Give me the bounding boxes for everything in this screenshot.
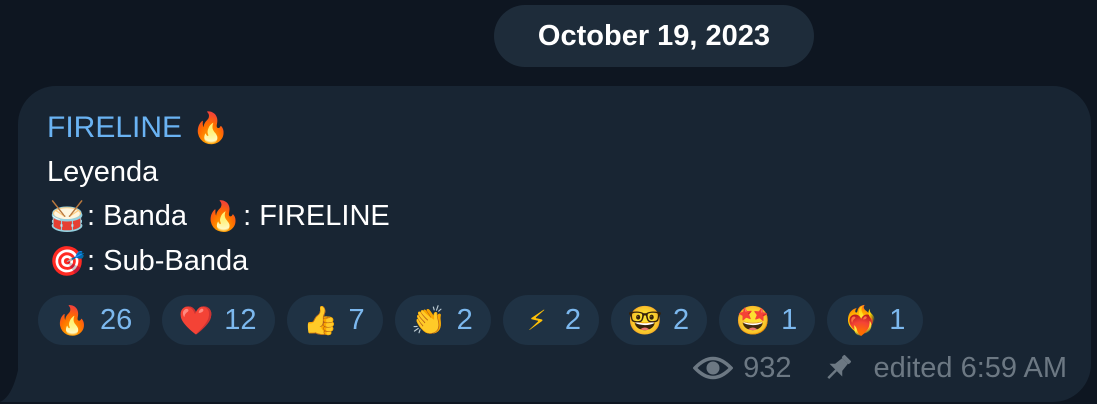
edited-timestamp: edited 6:59 AM bbox=[873, 351, 1067, 384]
lightning-icon: ⚡ bbox=[526, 303, 547, 337]
view-count: 932 bbox=[743, 351, 792, 384]
date-separator: October 19, 2023 bbox=[494, 5, 814, 67]
star-struck-icon: 🤩 bbox=[735, 303, 771, 337]
nerd-face-icon: 🤓 bbox=[627, 303, 663, 337]
legend-title: Leyenda bbox=[47, 155, 159, 188]
reaction-lightning[interactable]: ⚡ 2 bbox=[502, 295, 599, 345]
reaction-count: 12 bbox=[224, 303, 257, 336]
message-line-2: 🥁 : Banda 🔥 : FIRELINE bbox=[47, 198, 390, 234]
reaction-heart[interactable]: ❤️ 12 bbox=[162, 295, 275, 345]
reaction-heart-on-fire[interactable]: ❤️‍🔥 1 bbox=[827, 295, 924, 345]
reaction-count: 1 bbox=[781, 303, 798, 336]
reaction-count: 1 bbox=[889, 303, 906, 336]
sender-name-text: FIRELINE bbox=[47, 111, 183, 144]
reactions-bar: 🔥 26 ❤️ 12 👍 7 👏 2 ⚡ 2 🤓 2 🤩 1 ❤️‍🔥 bbox=[38, 295, 924, 345]
reaction-thumbs-up[interactable]: 👍 7 bbox=[286, 295, 383, 345]
legend-fireline-text: : FIRELINE bbox=[243, 199, 390, 232]
thumbs-up-icon: 👍 bbox=[303, 303, 338, 337]
reaction-fire[interactable]: 🔥 26 bbox=[38, 295, 151, 345]
fire-icon: 🔥 bbox=[205, 198, 242, 233]
fire-icon: 🔥 bbox=[54, 303, 90, 337]
message-line-3: 🎯 : Sub-Banda bbox=[47, 243, 248, 279]
reaction-star-struck[interactable]: 🤩 1 bbox=[719, 295, 816, 345]
reaction-count: 7 bbox=[348, 303, 365, 336]
reaction-count: 2 bbox=[672, 303, 690, 336]
legend-subbanda-text: : Sub-Banda bbox=[87, 244, 249, 277]
clapping-hands-icon: 👏 bbox=[411, 303, 447, 337]
heart-icon: ❤️ bbox=[178, 303, 214, 337]
eye-icon bbox=[693, 355, 734, 381]
pin-icon bbox=[822, 352, 854, 384]
reaction-nerd-face[interactable]: 🤓 2 bbox=[610, 295, 708, 345]
reaction-count: 2 bbox=[456, 303, 473, 336]
reaction-count: 2 bbox=[564, 303, 581, 336]
sender-name[interactable]: FIRELINE 🔥 bbox=[47, 108, 229, 148]
reaction-count: 26 bbox=[100, 303, 133, 336]
fire-icon: 🔥 bbox=[192, 110, 230, 146]
reaction-clap[interactable]: 👏 2 bbox=[394, 295, 491, 345]
heart-on-fire-icon: ❤️‍🔥 bbox=[843, 303, 879, 337]
message-meta: 932 edited 6:59 AM bbox=[693, 350, 1067, 386]
chat-area: October 19, 2023 FIRELINE 🔥 Leyenda 🥁 : … bbox=[0, 0, 1097, 404]
target-icon: 🎯 bbox=[48, 243, 86, 278]
bubble-tail bbox=[0, 360, 20, 402]
message-line-1: Leyenda bbox=[47, 154, 158, 190]
legend-banda-text: : Banda bbox=[87, 199, 204, 232]
date-separator-label: October 19, 2023 bbox=[537, 19, 771, 52]
drum-icon: 🥁 bbox=[48, 198, 86, 233]
